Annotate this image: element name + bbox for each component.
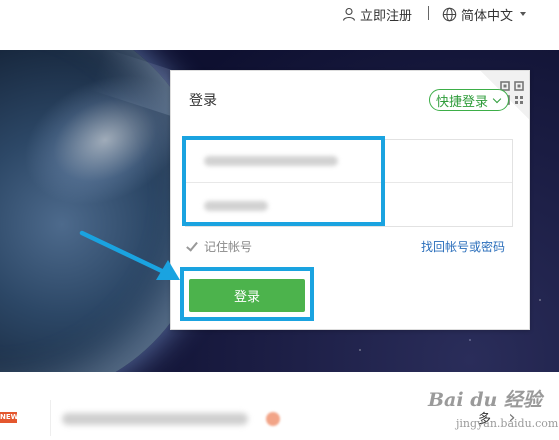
user-icon [342,7,356,21]
top-bar: 立即注册 简体中文 [0,0,559,50]
pointer-arrow [79,230,180,280]
globe-icon [442,7,457,21]
watermark-text: Bai du 经验 [428,389,542,411]
register-link[interactable]: 立即注册 [342,4,412,24]
watermark-url: jingyan.baidu.com [456,417,559,430]
language-selector[interactable]: 简体中文 [442,4,527,24]
quick-login-button[interactable]: 快捷登录 [429,89,510,111]
caret-down-icon [520,12,527,16]
page: 立即注册 简体中文 登录 快捷登录 记住帐号 找回帐号或密码 登录 NEW 多 … [0,0,559,440]
news-separator [50,400,51,436]
language-label: 简体中文 [461,8,514,24]
register-label: 立即注册 [360,8,413,24]
remember-label: 记住帐号 [204,240,253,254]
quick-login-label: 快捷登录 [436,94,489,110]
find-account-link[interactable]: 找回帐号或密码 [421,238,505,255]
highlight-box-login-button [180,267,314,321]
checkmark-icon [185,240,198,253]
login-title: 登录 [189,93,217,109]
highlight-box-inputs [182,136,385,226]
news-headline-blurred[interactable] [62,413,248,425]
header-divider [428,6,429,20]
remember-account-checkbox[interactable]: 记住帐号 [185,238,252,255]
baidu-watermark: Bai du 经验 jingyan.baidu.com [428,385,559,440]
new-badge: NEW [0,412,19,423]
chevron-down-icon [492,94,502,103]
hot-dot-icon [266,412,280,426]
